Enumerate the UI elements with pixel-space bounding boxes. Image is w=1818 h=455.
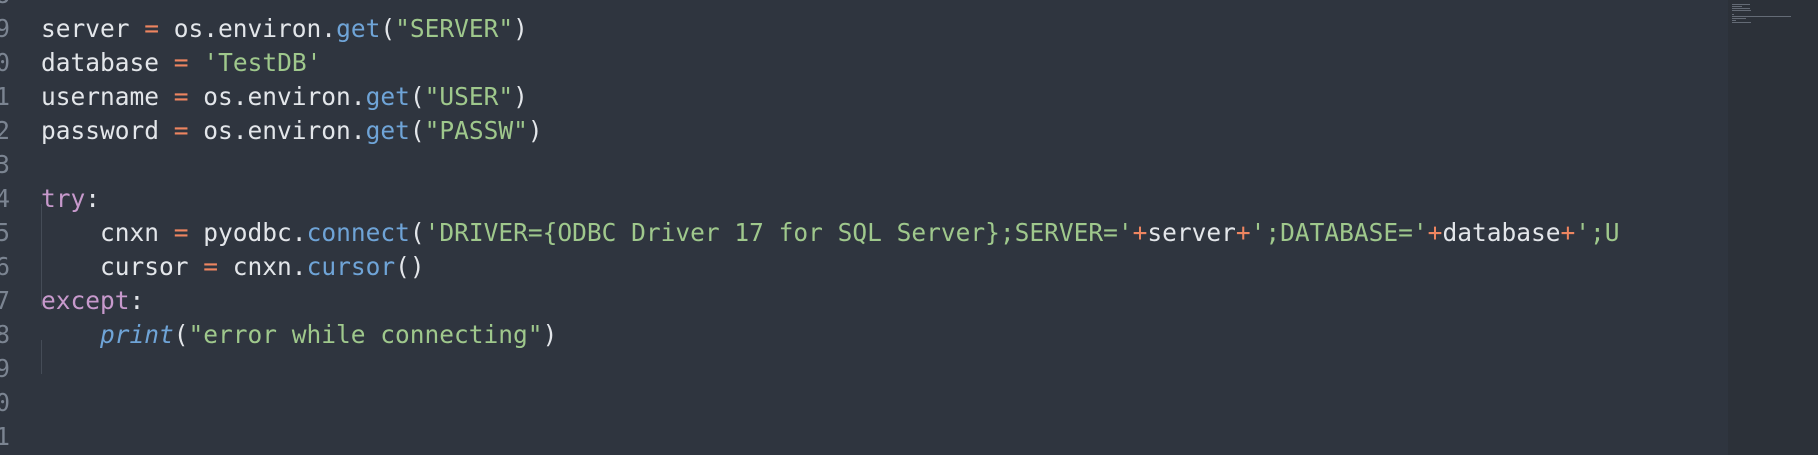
code-token: ( bbox=[409, 116, 425, 145]
code-token: + bbox=[1132, 218, 1148, 247]
code-token: ';U bbox=[1575, 218, 1620, 247]
minimap[interactable] bbox=[1728, 0, 1818, 455]
code-token: get bbox=[365, 116, 410, 145]
code-token: "USER" bbox=[424, 82, 514, 111]
code-token: ) bbox=[513, 14, 528, 43]
code-token: try bbox=[41, 184, 86, 213]
code-token: : bbox=[129, 286, 145, 315]
code-token: = bbox=[203, 252, 219, 281]
line-number: 0 bbox=[0, 48, 10, 77]
line-number: 6 bbox=[0, 252, 10, 281]
code-token: "error while connecting" bbox=[188, 320, 543, 349]
code-token: + bbox=[1427, 218, 1443, 247]
line-number: 5 bbox=[0, 218, 10, 247]
code-token: cursor bbox=[306, 252, 396, 281]
minimap-line bbox=[1732, 16, 1791, 17]
line-number: 9 bbox=[0, 354, 10, 383]
code-token: get bbox=[365, 82, 410, 111]
code-token: cnxn. bbox=[218, 252, 307, 281]
code-token: database bbox=[1442, 218, 1561, 247]
minimap-line bbox=[1732, 22, 1751, 23]
code-token: cursor bbox=[41, 252, 189, 281]
minimap-line bbox=[1732, 8, 1750, 9]
code-token: () bbox=[395, 252, 425, 281]
code-token: ) bbox=[542, 320, 558, 349]
line-number: 2 bbox=[0, 116, 10, 145]
code-line[interactable]: username = os.environ.get("USER") bbox=[41, 80, 528, 114]
code-token: get bbox=[336, 14, 381, 43]
minimap-line bbox=[1732, 14, 1734, 15]
code-token: = bbox=[173, 218, 189, 247]
code-line[interactable]: except: bbox=[41, 284, 144, 318]
code-token: os.environ. bbox=[159, 14, 337, 43]
code-line[interactable]: print("error while connecting") bbox=[41, 318, 557, 352]
code-editor[interactable]: 89012345678901 server = os.environ.get("… bbox=[0, 0, 1818, 455]
code-line[interactable]: database = 'TestDB' bbox=[41, 46, 321, 80]
line-number: 1 bbox=[0, 422, 10, 451]
code-token: ) bbox=[513, 82, 528, 111]
code-token: = bbox=[173, 48, 189, 77]
code-token: + bbox=[1235, 218, 1251, 247]
code-token: server bbox=[1147, 218, 1236, 247]
code-token: ) bbox=[527, 116, 543, 145]
code-token: except bbox=[41, 286, 130, 315]
code-token: 'DRIVER={ODBC Driver 17 for SQL Server};… bbox=[424, 218, 1133, 247]
code-token: ';DATABASE=' bbox=[1250, 218, 1428, 247]
line-number: 3 bbox=[0, 150, 10, 179]
code-token: ( bbox=[380, 14, 396, 43]
line-number: 0 bbox=[0, 388, 10, 417]
code-token: ( bbox=[173, 320, 189, 349]
line-number: 8 bbox=[0, 320, 10, 349]
code-token: = bbox=[173, 82, 189, 111]
code-token: os.environ. bbox=[188, 82, 366, 111]
code-line[interactable]: cursor = cnxn.cursor() bbox=[41, 250, 425, 284]
code-token: database bbox=[41, 48, 160, 77]
code-token: "PASSW" bbox=[424, 116, 528, 145]
minimap-line bbox=[1732, 4, 1750, 5]
minimap-line bbox=[1732, 18, 1746, 19]
line-number: 1 bbox=[0, 82, 10, 111]
minimap-line bbox=[1732, 10, 1751, 11]
code-line[interactable]: password = os.environ.get("PASSW") bbox=[41, 114, 543, 148]
code-line[interactable]: try: bbox=[41, 182, 100, 216]
code-token: ( bbox=[409, 82, 425, 111]
code-token: pyodbc. bbox=[188, 218, 307, 247]
code-token: 'TestDB' bbox=[203, 48, 322, 77]
code-token: : bbox=[85, 184, 101, 213]
line-number: 8 bbox=[0, 0, 10, 12]
code-token: password bbox=[41, 116, 160, 145]
code-token: + bbox=[1560, 218, 1576, 247]
code-token: connect bbox=[306, 218, 410, 247]
code-token: = bbox=[144, 14, 160, 43]
code-token: username bbox=[41, 82, 160, 111]
code-line[interactable]: cnxn = pyodbc.connect('DRIVER={ODBC Driv… bbox=[41, 216, 1619, 250]
line-number: 9 bbox=[0, 14, 10, 43]
minimap-line bbox=[1732, 20, 1736, 21]
code-token: = bbox=[173, 116, 189, 145]
code-line[interactable]: server = os.environ.get("SERVER") bbox=[41, 12, 528, 46]
code-token: print bbox=[100, 320, 174, 349]
minimap-line bbox=[1732, 6, 1742, 7]
code-token: os.environ. bbox=[188, 116, 366, 145]
line-number: 7 bbox=[0, 286, 10, 315]
code-token: server bbox=[41, 14, 130, 43]
code-token: "SERVER" bbox=[395, 14, 514, 43]
code-token: ( bbox=[409, 218, 425, 247]
code-token: cnxn bbox=[41, 218, 160, 247]
line-number: 4 bbox=[0, 184, 10, 213]
